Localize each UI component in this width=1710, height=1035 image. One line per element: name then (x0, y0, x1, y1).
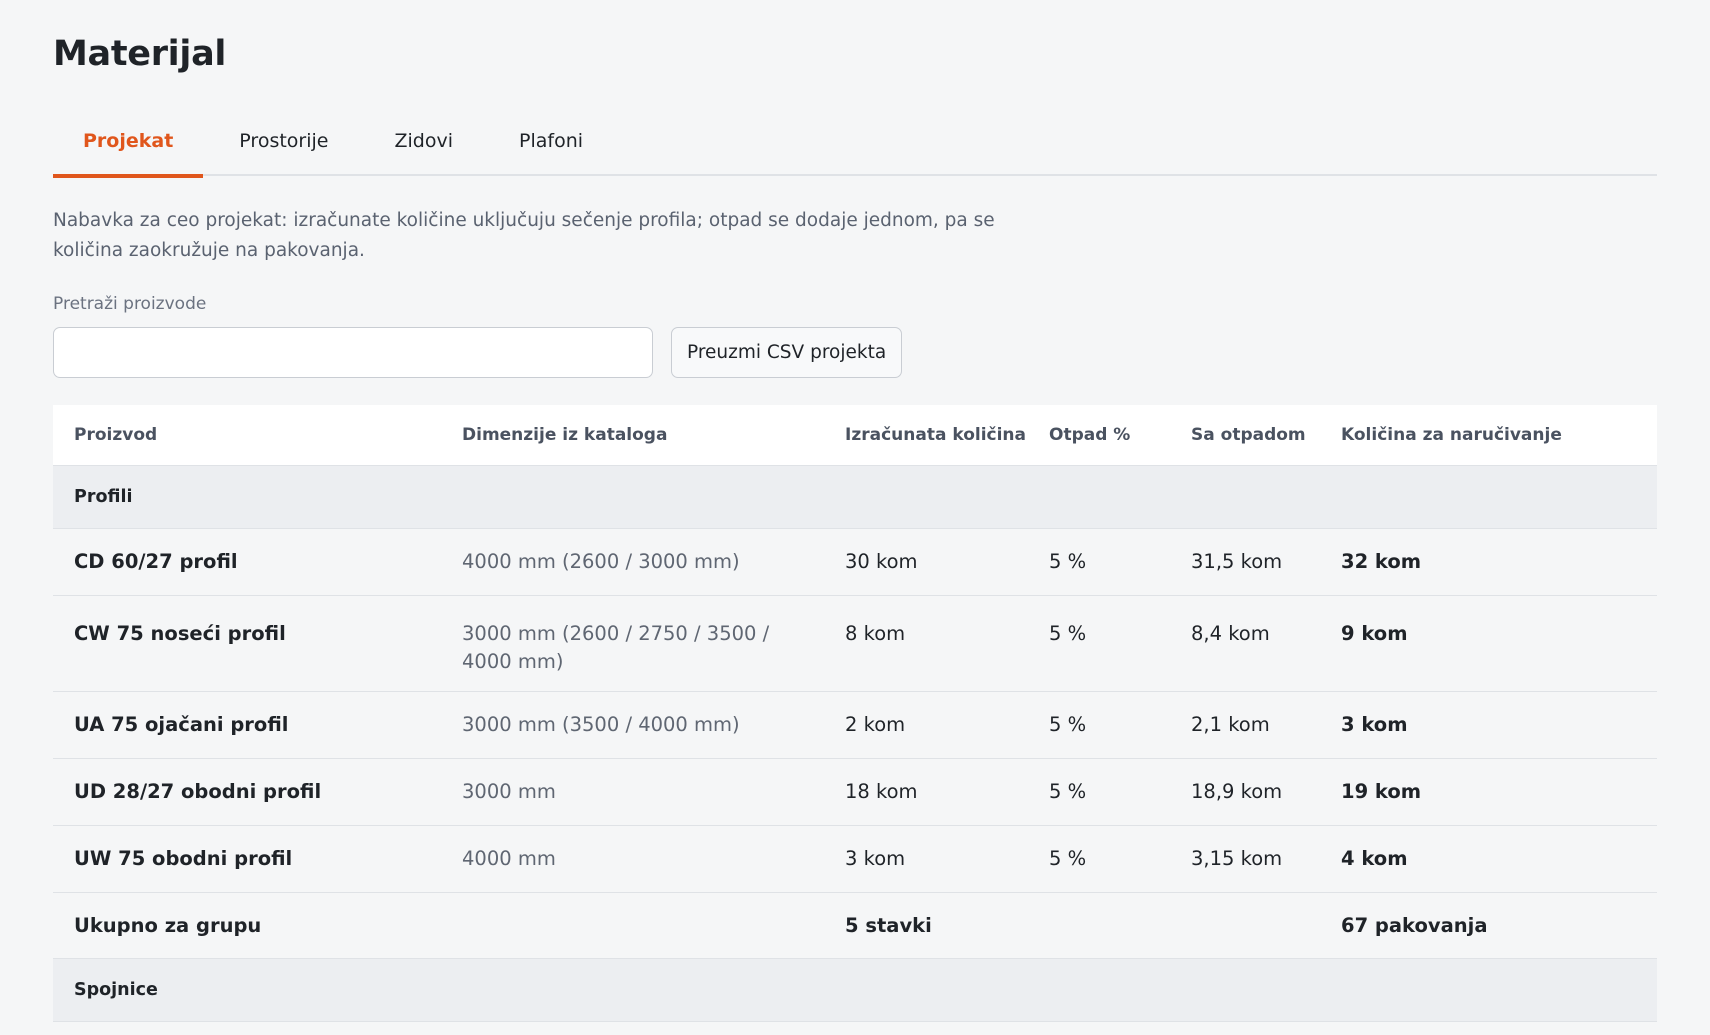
group-name: Spojnice (53, 958, 1657, 1022)
cell-with-waste: 8,4 kom (1170, 595, 1320, 692)
cell-waste: 5 % (1028, 528, 1170, 596)
table-header-row: Proizvod Dimenzije iz kataloga Izračunat… (53, 405, 1657, 466)
group-total-row: Ukupno za grupu 5 stavki 67 pakovanja (53, 892, 1657, 959)
cell-dimensions: 3000 mm (441, 758, 824, 826)
cell-waste: 5 % (1028, 691, 1170, 759)
cell-calculated: 18 kom (824, 758, 1028, 826)
tab-prostorije[interactable]: Prostorije (203, 112, 358, 176)
cell-with-waste: 31,5 kom (1170, 528, 1320, 596)
group-name: Profili (53, 465, 1657, 529)
cell-product: CD 60/27 profil (53, 528, 441, 596)
table-row: CW 75 noseći profil 3000 mm (2600 / 2750… (53, 595, 1657, 692)
page-title: Materijal (53, 34, 227, 74)
table-row: UD 28/27 obodni profil 3000 mm 18 kom 5 … (53, 758, 1657, 826)
total-empty (1028, 892, 1170, 959)
column-header-waste: Otpad % (1028, 405, 1170, 466)
cell-order-quantity: 19 kom (1320, 758, 1657, 826)
total-empty (1170, 892, 1320, 959)
cell-waste: 5 % (1028, 758, 1170, 826)
table-row: UA 75 ojačani profil 3000 mm (3500 / 400… (53, 691, 1657, 759)
tab-zidovi[interactable]: Zidovi (358, 112, 483, 176)
column-header-dimensions: Dimenzije iz kataloga (441, 405, 824, 466)
cell-order-quantity: 4 kom (1320, 825, 1657, 893)
cell-waste: 5 % (1028, 825, 1170, 893)
cell-dimensions: 4000 mm (2600 / 3000 mm) (441, 528, 824, 596)
cell-product: CW 75 noseći profil (53, 595, 441, 692)
download-csv-button[interactable]: Preuzmi CSV projekta (671, 327, 903, 378)
table-row: CD 60/27 profil 4000 mm (2600 / 3000 mm)… (53, 528, 1657, 596)
total-empty (441, 892, 824, 959)
tab-projekat[interactable]: Projekat (53, 112, 204, 178)
page-description: Nabavka za ceo projekat: izračunate koli… (53, 210, 995, 261)
cell-order-quantity: 9 kom (1320, 595, 1657, 692)
cell-with-waste: 3,15 kom (1170, 825, 1320, 893)
group-row-spojnice: Spojnice (53, 958, 1657, 1022)
column-header-order-quantity: Količina za naručivanje (1320, 405, 1657, 466)
cell-with-waste: 2,1 kom (1170, 691, 1320, 759)
table-row: UW 75 obodni profil 4000 mm 3 kom 5 % 3,… (53, 825, 1657, 893)
column-header-calculated: Izračunata količina (824, 405, 1028, 466)
cell-order-quantity: 32 kom (1320, 528, 1657, 596)
cell-product: UA 75 ojačani profil (53, 691, 441, 759)
material-page: Materijal Projekat Prostorije Zidovi Pla… (0, 0, 1710, 1035)
tab-bar: Projekat Prostorije Zidovi Plafoni (53, 112, 1657, 178)
total-items: 5 stavki (824, 892, 1028, 959)
total-label: Ukupno za grupu (53, 892, 441, 959)
total-packages: 67 pakovanja (1320, 892, 1657, 959)
cell-calculated: 2 kom (824, 691, 1028, 759)
search-label: Pretraži proizvode (53, 294, 207, 314)
cell-order-quantity: 3 kom (1320, 691, 1657, 759)
cell-product: UD 28/27 obodni profil (53, 758, 441, 826)
materials-table: Proizvod Dimenzije iz kataloga Izračunat… (53, 405, 1657, 1022)
tab-plafoni[interactable]: Plafoni (483, 112, 613, 176)
column-header-product: Proizvod (53, 405, 441, 466)
cell-dimensions: 3000 mm (3500 / 4000 mm) (441, 691, 824, 759)
cell-calculated: 8 kom (824, 595, 1028, 692)
cell-dimensions: 4000 mm (441, 825, 824, 893)
materials-table-container: Proizvod Dimenzije iz kataloga Izračunat… (53, 405, 1657, 1022)
column-header-with-waste: Sa otpadom (1170, 405, 1320, 466)
cell-calculated: 3 kom (824, 825, 1028, 893)
cell-calculated: 30 kom (824, 528, 1028, 596)
cell-with-waste: 18,9 kom (1170, 758, 1320, 826)
group-row-profili: Profili (53, 465, 1657, 529)
cell-product: UW 75 obodni profil (53, 825, 441, 893)
search-input[interactable] (53, 327, 653, 378)
cell-waste: 5 % (1028, 595, 1170, 692)
cell-dimensions: 3000 mm (2600 / 2750 / 3500 / 4000 mm) (441, 595, 824, 692)
